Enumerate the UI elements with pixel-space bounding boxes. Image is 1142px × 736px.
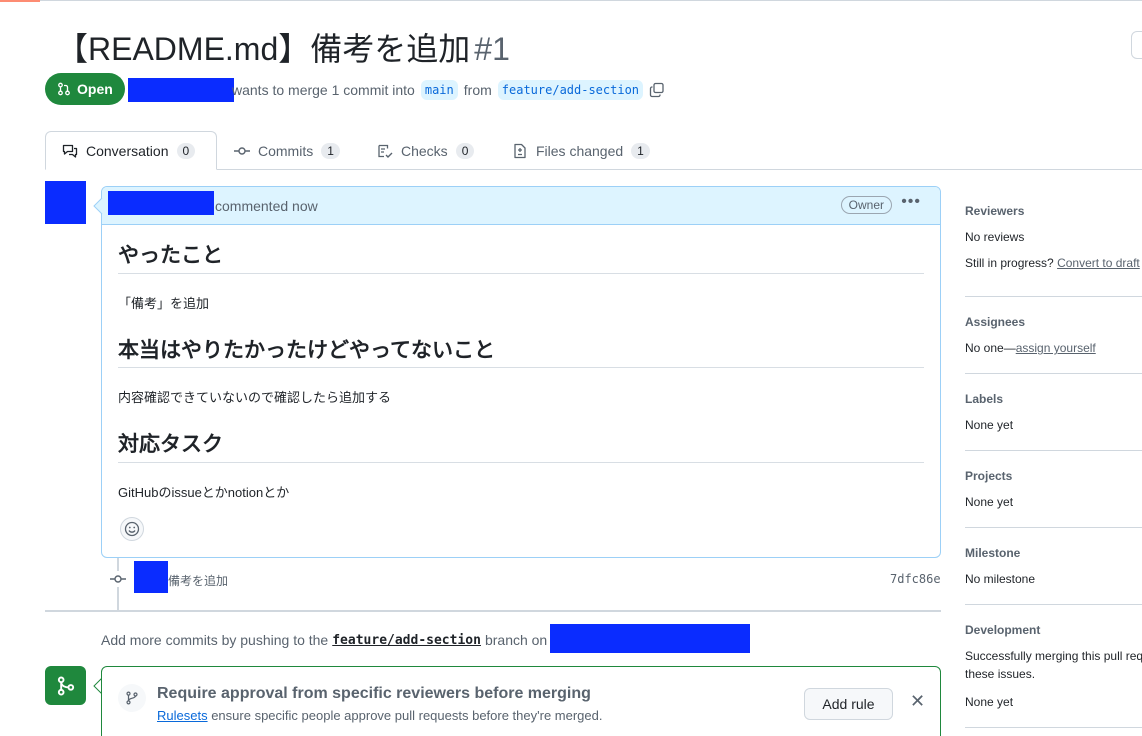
merge-box-title: Require approval from specific reviewers… — [157, 685, 591, 702]
md-paragraph: 「備考」を追加 — [118, 296, 210, 311]
sidebar-assignees-value: No one—assign yourself — [965, 341, 1096, 355]
git-merge-icon — [45, 666, 86, 705]
edit-button-edge[interactable] — [1131, 31, 1142, 59]
sidebar-milestone-heading[interactable]: Milestone — [965, 546, 1020, 560]
tab-files-changed[interactable]: Files changed 1 — [496, 131, 666, 170]
checklist-icon — [378, 144, 393, 158]
commit-sha[interactable]: 7dfc86e — [890, 572, 941, 586]
rulesets-link[interactable]: Rulesets — [157, 708, 208, 723]
sidebar-divider — [965, 296, 1142, 297]
page-title: 【README.md】備考を追加 #1 — [56, 24, 510, 70]
file-diff-icon — [514, 143, 526, 158]
repo-name-redacted[interactable] — [550, 624, 750, 653]
sidebar-projects-heading[interactable]: Projects — [965, 469, 1012, 483]
comment-timestamp[interactable]: commented now — [215, 198, 318, 214]
tab-checks[interactable]: Checks 0 — [361, 131, 490, 170]
sidebar-reviewers-progress: Still in progress? Convert to draft — [965, 256, 1140, 270]
md-paragraph: GitHubのissueとかnotionとか — [118, 485, 290, 500]
owner-badge: Owner — [840, 196, 892, 214]
tab-counter: 1 — [321, 142, 340, 159]
sidebar-development-value: None yet — [965, 695, 1014, 709]
sidebar-milestone-value: No milestone — [965, 572, 1036, 586]
md-heading: やったこと — [118, 244, 223, 267]
sidebar-reviewers-heading[interactable]: Reviewers — [965, 204, 1024, 218]
commit-message[interactable]: 備考を追加 — [168, 572, 228, 589]
md-paragraph: 内容確認できていないので確認したら追加する — [118, 390, 392, 405]
heading-rule — [118, 462, 924, 463]
sidebar-divider — [965, 527, 1142, 528]
git-branch-icon — [126, 691, 138, 705]
top-divider — [0, 0, 1142, 1]
meta-text: wants to merge 1 commit into — [232, 82, 415, 98]
sidebar-labels-heading[interactable]: Labels — [965, 392, 1003, 406]
sidebar-divider — [965, 373, 1142, 374]
pr-description-comment: commented now Owner ••• やったこと 「備考」を追加 本当… — [101, 186, 941, 558]
kebab-menu-icon[interactable]: ••• — [901, 193, 921, 211]
tab-counter: 0 — [176, 142, 196, 159]
smiley-icon — [124, 521, 140, 537]
timeline-separator — [45, 610, 941, 612]
assignees-prefix: No one— — [965, 341, 1016, 355]
pr-number: #1 — [474, 31, 510, 67]
push-hint: Add more commits by pushing to the featu… — [101, 632, 547, 648]
avatar[interactable] — [45, 181, 86, 224]
status-label: Open — [77, 81, 113, 97]
comment-author-redacted[interactable] — [108, 191, 214, 215]
add-reaction-button[interactable] — [120, 517, 144, 541]
from-text: from — [463, 82, 492, 98]
sidebar-divider — [965, 450, 1142, 451]
comment-pointer — [93, 198, 103, 214]
push-hint-suffix: branch on — [484, 632, 548, 648]
tab-commits[interactable]: Commits 1 — [218, 131, 356, 170]
sidebar-reviewers-value: No reviews — [965, 230, 1025, 244]
push-hint-branch[interactable]: feature/add-section — [332, 633, 481, 648]
sidebar-development-line1: Successfully merging this pull request m… — [965, 649, 1142, 663]
tab-conversation[interactable]: Conversation 0 — [45, 131, 217, 170]
push-hint-prefix: Add more commits by pushing to the — [101, 632, 329, 648]
head-branch[interactable]: feature/add-section — [497, 80, 644, 100]
merge-meta: wants to merge 1 commit into main from f… — [232, 80, 665, 100]
sidebar-labels-value: None yet — [965, 418, 1014, 432]
top-accent — [0, 0, 40, 2]
merge-box-description-text: ensure specific people approve pull requ… — [211, 708, 603, 723]
tab-label: Commits — [258, 142, 314, 159]
pull-request-icon — [58, 82, 70, 96]
heading-rule — [118, 367, 924, 368]
tab-label: Conversation — [86, 142, 169, 159]
convert-to-draft-link[interactable]: Convert to draft — [1057, 256, 1140, 270]
commit-author-avatar[interactable] — [134, 561, 168, 593]
heading-rule — [118, 273, 924, 274]
tab-counter: 1 — [631, 142, 650, 159]
base-branch[interactable]: main — [420, 80, 458, 100]
sidebar-projects-value: None yet — [965, 495, 1014, 509]
copy-icon[interactable] — [649, 82, 665, 98]
close-icon[interactable]: ✕ — [910, 692, 925, 710]
commit-icon — [234, 146, 250, 155]
comment-discussion-icon — [62, 144, 78, 158]
tab-label: Checks — [401, 142, 448, 159]
assign-yourself-link[interactable]: assign yourself — [1016, 341, 1096, 355]
sidebar-assignees-heading[interactable]: Assignees — [965, 315, 1025, 329]
progress-prefix: Still in progress? — [965, 256, 1054, 270]
author-redacted — [128, 78, 234, 102]
commit-icon — [110, 571, 126, 587]
status-badge: Open — [45, 73, 125, 105]
comment-header: commented now Owner ••• — [102, 187, 940, 225]
branch-icon-wrap — [118, 684, 146, 712]
sidebar-divider — [965, 727, 1142, 728]
md-heading: 本当はやりたかったけどやってないこと — [118, 339, 495, 362]
pr-title: 【README.md】備考を追加 — [56, 31, 471, 67]
sidebar-divider — [965, 604, 1142, 605]
tab-counter: 0 — [455, 142, 475, 159]
sidebar-development-line2: these issues. — [965, 667, 1036, 681]
merge-box-description: Rulesets ensure specific people approve … — [157, 708, 602, 723]
merge-box: Require approval from specific reviewers… — [101, 666, 941, 736]
add-rule-button[interactable]: Add rule — [804, 688, 893, 720]
tab-label: Files changed — [536, 142, 624, 159]
sidebar-development-heading[interactable]: Development — [965, 623, 1040, 637]
md-heading: 対応タスク — [118, 433, 223, 456]
